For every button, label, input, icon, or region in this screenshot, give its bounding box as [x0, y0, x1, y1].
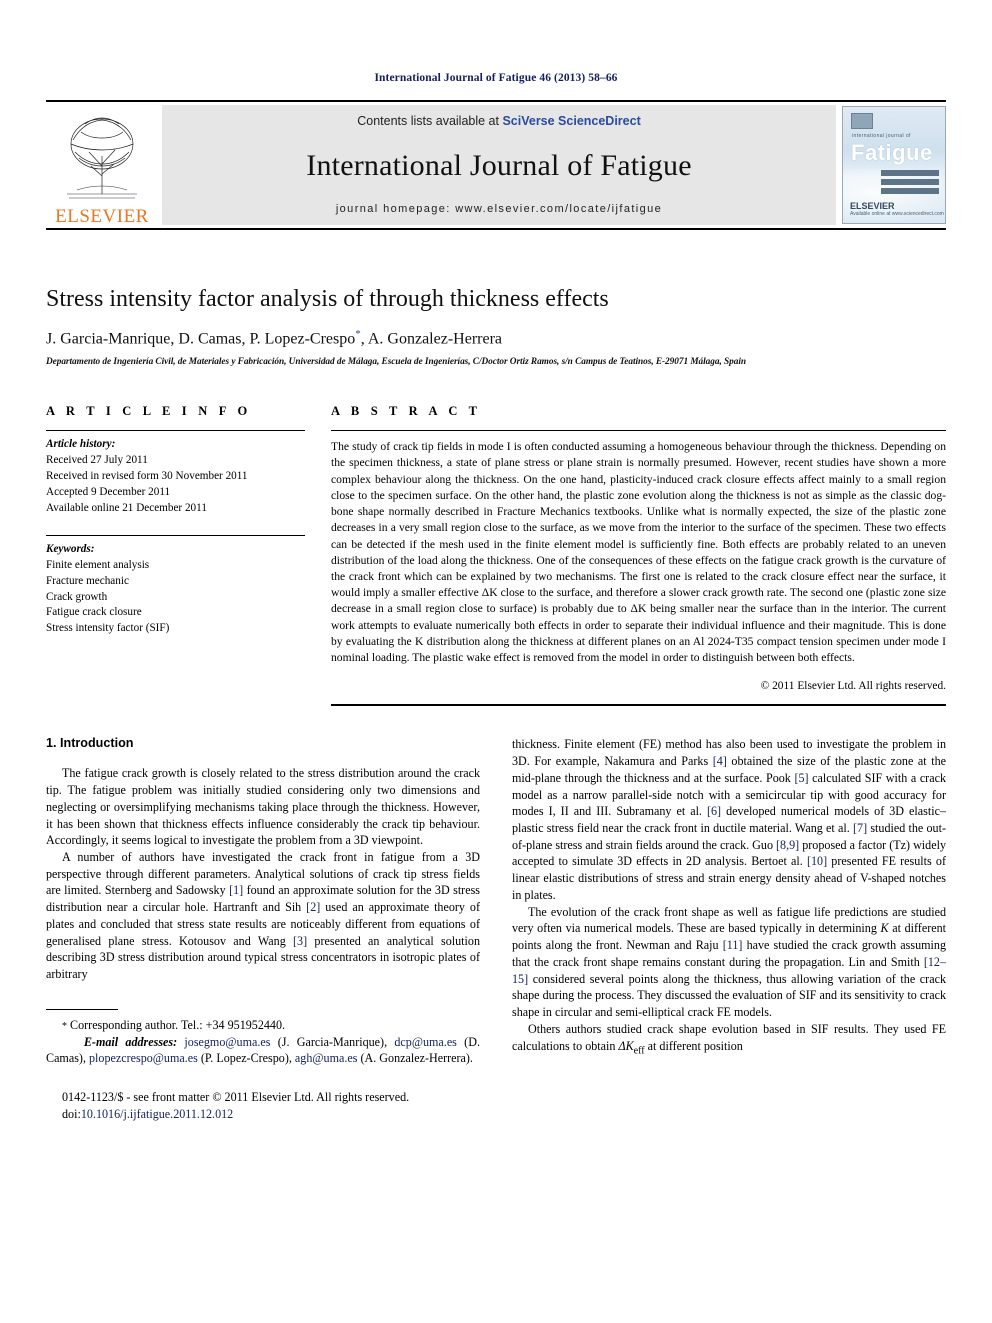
footnote-divider — [46, 1008, 118, 1010]
elsevier-wordmark: ELSEVIER — [55, 206, 149, 227]
footnote-block: * Corresponding author. Tel.: +34 951952… — [46, 1008, 480, 1123]
cover-topic-bars — [881, 170, 939, 197]
cover-footer-tagline: Available online at www.sciencedirect.co… — [850, 211, 944, 217]
info-and-abstract: A R T I C L E I N F O Article history: R… — [46, 404, 946, 707]
running-head: International Journal of Fatigue 46 (201… — [374, 72, 618, 84]
citation-ref-8-9[interactable]: [8,9] — [776, 838, 799, 852]
abstract-copyright: © 2011 Elsevier Ltd. All rights reserved… — [760, 680, 946, 693]
doi-label: doi: — [62, 1106, 81, 1121]
contents-available-line: Contents lists available at SciVerse Sci… — [357, 114, 641, 128]
elsevier-logo: ELSEVIER — [46, 102, 158, 228]
citation-ref-4[interactable]: [4] — [713, 754, 727, 768]
citation-ref-11[interactable]: [11] — [723, 938, 743, 952]
article-info-heading: A R T I C L E I N F O — [46, 404, 252, 419]
author-list: J. Garcia-Manrique, D. Camas, P. Lopez-C… — [46, 328, 946, 349]
email-owner: (J. Garcia-Manrique), — [270, 1034, 395, 1049]
history-item: Available online 21 December 2011 — [46, 501, 207, 514]
intro-p4-text-d: considered several points along the thic… — [512, 971, 946, 1020]
intro-paragraph-3: thickness. Finite element (FE) method ha… — [512, 736, 946, 903]
abstract-text-wrapper: The study of crack tip fields in mode I … — [331, 431, 946, 704]
keywords-label: Keywords: — [46, 542, 95, 555]
doi-link[interactable]: 10.1016/j.ijfatigue.2011.12.012 — [81, 1107, 233, 1121]
keyword-item: Fracture mechanic — [46, 574, 129, 587]
cover-footer: ELSEVIER Available online at www.science… — [850, 201, 944, 217]
cover-small-title: international journal of — [852, 133, 911, 139]
email-link[interactable]: dcp@uma.es — [394, 1035, 457, 1049]
title-block: Stress intensity factor analysis of thro… — [46, 286, 946, 368]
email-link[interactable]: josegmo@uma.es — [184, 1035, 270, 1049]
intro-paragraph-1: The fatigue crack growth is closely rela… — [46, 766, 480, 848]
issn-block: 0142-1123/$ - see front matter © 2011 El… — [46, 1089, 480, 1122]
intro-paragraph-2: A number of authors have investigated th… — [46, 849, 480, 983]
journal-masthead: ELSEVIER Contents lists available at Sci… — [46, 100, 946, 230]
citation-ref-7[interactable]: [7] — [853, 821, 867, 835]
corresponding-author-footnote: * Corresponding author. Tel.: +34 951952… — [46, 1017, 480, 1034]
email-owner: (P. Lopez-Crespo), — [197, 1051, 295, 1066]
article-info-column: A R T I C L E I N F O Article history: R… — [46, 404, 305, 706]
symbol-k: K — [880, 921, 889, 936]
journal-article-page: International Journal of Fatigue 46 (201… — [0, 0, 992, 1323]
body-right-column: thickness. Finite element (FE) method ha… — [512, 736, 946, 1122]
cover-big-title: Fatigue — [851, 140, 933, 165]
citation-ref-6[interactable]: [6] — [707, 804, 721, 818]
email-owner: (A. Gonzalez-Herrera). — [357, 1051, 473, 1066]
citation-ref-3[interactable]: [3] — [293, 934, 307, 948]
citation-ref-1[interactable]: [1] — [229, 883, 243, 897]
intro-paragraph-4: The evolution of the crack front shape a… — [512, 904, 946, 1021]
abstract-text: The study of crack tip fields in mode I … — [331, 440, 946, 665]
issn-line: 0142-1123/$ - see front matter © 2011 El… — [62, 1090, 410, 1105]
intro-paragraph-5: Others authors studied crack shape evolu… — [512, 1021, 946, 1058]
history-item: Received in revised form 30 November 201… — [46, 470, 248, 483]
history-item: Received 27 July 2011 — [46, 454, 148, 467]
email-link[interactable]: plopezcrespo@uma.es — [89, 1051, 198, 1065]
intro-p5-text-b: at different position — [644, 1038, 743, 1053]
elsevier-tree-icon — [67, 117, 137, 199]
section-heading-introduction: 1. Introduction — [46, 736, 134, 751]
affiliation: Departamento de Ingeniería Civil, de Mat… — [46, 357, 746, 368]
sciencedirect-link[interactable]: SciVerse ScienceDirect — [502, 114, 640, 128]
article-history-label: Article history: — [46, 438, 116, 451]
symbol-delta-k-subscript: eff — [633, 1044, 645, 1056]
page-title: Stress intensity factor analysis of thro… — [46, 286, 609, 312]
authors-tail: , A. Gonzalez-Herrera — [360, 329, 502, 347]
email-addresses-label: E-mail addresses: — [83, 1034, 178, 1049]
keywords-group: Keywords: Finite element analysis Fractu… — [46, 536, 305, 637]
keyword-item: Finite element analysis — [46, 558, 150, 571]
abstract-heading: A B S T R A C T — [331, 404, 482, 419]
keyword-item: Fatigue crack closure — [46, 606, 142, 619]
journal-title: International Journal of Fatigue — [306, 148, 692, 182]
keyword-item: Stress intensity factor (SIF) — [46, 622, 170, 635]
cover-footer-brand: ELSEVIER — [850, 201, 895, 211]
article-history-group: Article history: Received 27 July 2011 R… — [46, 431, 305, 517]
citation-ref-10[interactable]: [10] — [807, 854, 827, 868]
history-item: Accepted 9 December 2011 — [46, 485, 171, 498]
masthead-center: Contents lists available at SciVerse Sci… — [162, 105, 836, 225]
authors-main: J. Garcia-Manrique, D. Camas, P. Lopez-C… — [46, 329, 356, 347]
cover-publisher-mark-icon — [851, 113, 873, 129]
journal-cover-thumbnail: international journal of Fatigue ELSEVIE… — [842, 106, 946, 224]
symbol-delta-k: ΔK — [618, 1038, 634, 1053]
keyword-item: Crack growth — [46, 590, 108, 603]
email-footnote: E-mail addresses: josegmo@uma.es (J. Gar… — [46, 1034, 480, 1067]
abstract-column: A B S T R A C T The study of crack tip f… — [331, 404, 946, 707]
contents-prefix: Contents lists available at — [357, 114, 503, 128]
abstract-rule-bottom — [331, 704, 946, 707]
email-link[interactable]: agh@uma.es — [295, 1051, 358, 1065]
body-left-column: 1. Introduction The fatigue crack growth… — [46, 736, 480, 1122]
footnote-corresponding-text: Corresponding author. Tel.: +34 95195244… — [67, 1017, 286, 1032]
body-columns: 1. Introduction The fatigue crack growth… — [46, 736, 946, 1122]
doi-line: doi:10.1016/j.ijfatigue.2011.12.012 — [46, 1106, 480, 1123]
citation-ref-2[interactable]: [2] — [306, 900, 320, 914]
citation-ref-5[interactable]: [5] — [794, 771, 808, 785]
journal-homepage-link[interactable]: journal homepage: www.elsevier.com/locat… — [336, 203, 662, 215]
